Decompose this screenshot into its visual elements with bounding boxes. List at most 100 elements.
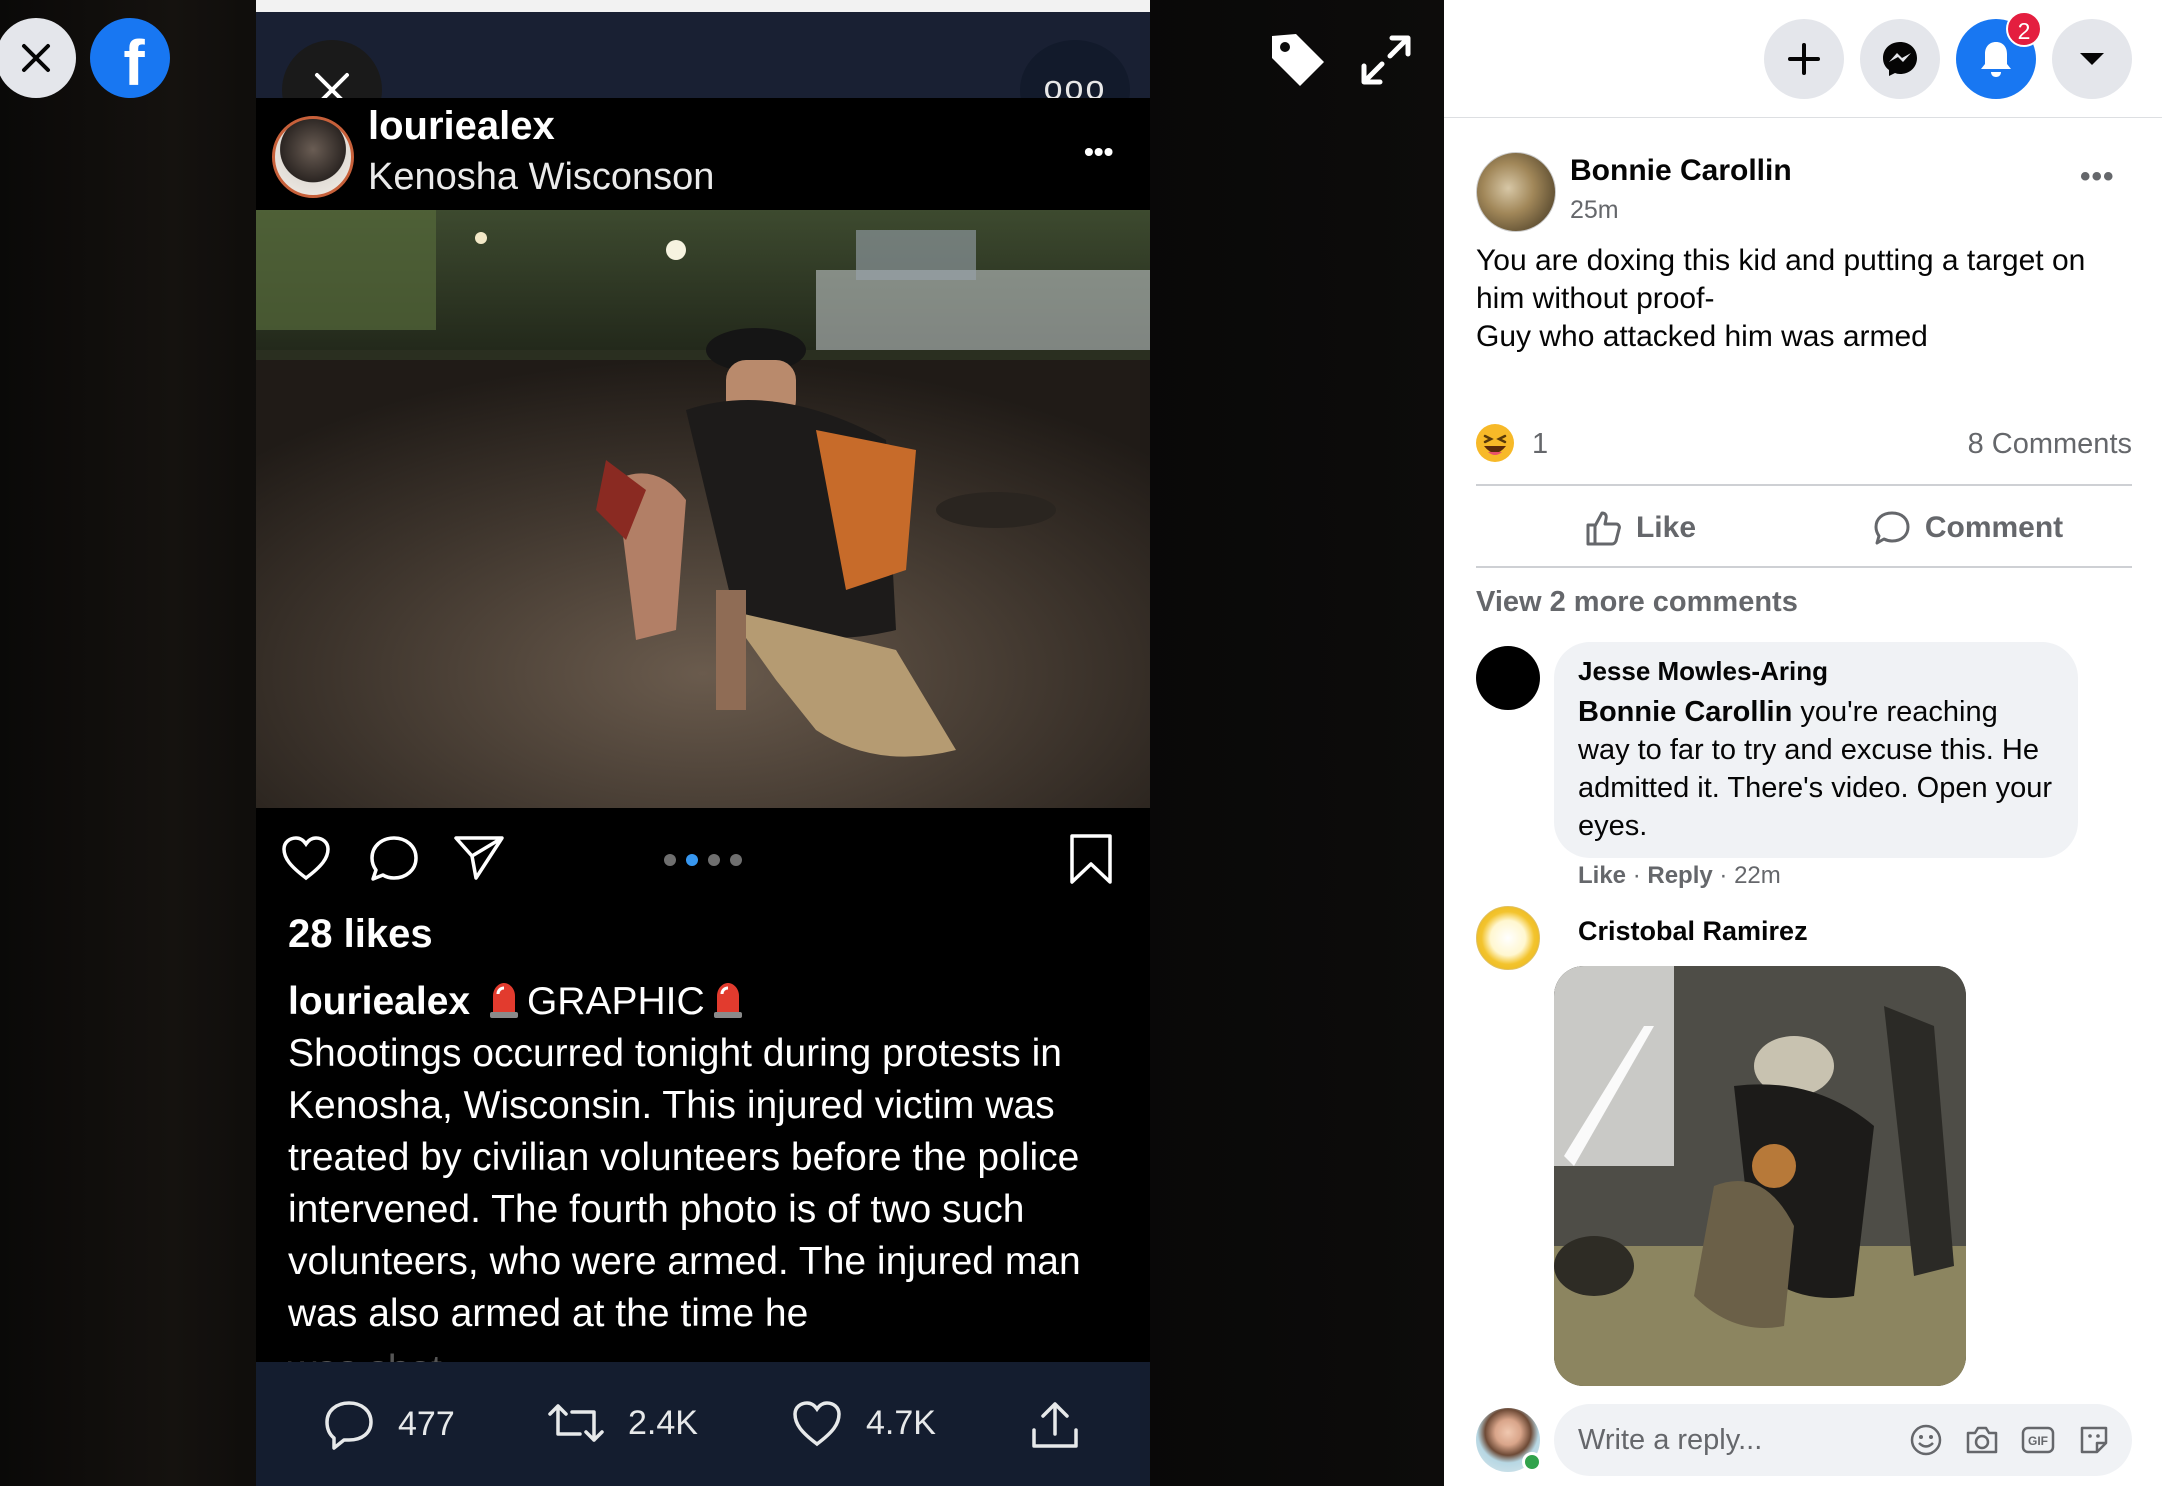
sticker-button[interactable] (2076, 1422, 2112, 1458)
messenger-icon (1883, 42, 1917, 76)
author-name[interactable]: Bonnie Carollin (1570, 154, 1792, 188)
meta-separator: · (1719, 862, 1735, 889)
reaction-count[interactable]: 1 (1532, 428, 1548, 461)
screen: f ooo louriealex Kenosha Wisconson ••• 2… (0, 0, 2162, 1486)
reply-input[interactable]: Write a reply... GIF (1554, 1404, 2132, 1476)
carousel-indicator (664, 854, 742, 866)
top-navigation: 2 (1444, 0, 2162, 118)
author-avatar[interactable] (1476, 152, 1556, 232)
instagram-location: Kenosha Wisconson (368, 156, 715, 198)
caption-username: louriealex (288, 980, 471, 1023)
post-timestamp[interactable]: 25m (1570, 196, 1619, 225)
comment-photo (1554, 966, 1966, 1386)
tweet-likes: 4.7K (790, 1398, 936, 1448)
commenter-name[interactable]: Cristobal Ramirez (1578, 916, 1808, 947)
view-more-comments[interactable]: View 2 more comments (1476, 586, 1798, 619)
tag-icon (1272, 34, 1324, 86)
haha-reaction-icon[interactable] (1476, 424, 1514, 462)
instagram-more-icon: ••• (1084, 136, 1114, 167)
create-button[interactable] (1764, 19, 1844, 99)
facebook-logo-letter: f (123, 27, 145, 99)
instagram-avatar (272, 116, 354, 198)
siren-icon (713, 983, 742, 1018)
commenter-avatar[interactable] (1476, 906, 1540, 970)
reply-bubble-icon (325, 1401, 373, 1450)
comment-reply-link[interactable]: Reply (1647, 862, 1712, 889)
post-options-icon[interactable]: ••• (2080, 160, 2115, 194)
commenter-name[interactable]: Jesse Mowles-Aring (1578, 656, 2054, 687)
photo-button[interactable] (1964, 1422, 2000, 1458)
notifications-button[interactable]: 2 (1956, 11, 2042, 99)
divider (1476, 484, 2132, 486)
tweet-retweets: 2.4K (546, 1398, 698, 1448)
online-status-dot (1522, 1452, 1542, 1472)
instagram-caption: louriealex GRAPHIC Shootings occurred to… (288, 976, 1128, 1340)
photo-viewer: f ooo louriealex Kenosha Wisconson ••• 2… (0, 0, 1444, 1486)
reply-tools: GIF (1908, 1422, 2112, 1458)
comment-mention[interactable]: Bonnie Carollin (1578, 696, 1792, 728)
share-icon (1032, 1402, 1078, 1448)
account-menu-button[interactable] (2052, 19, 2132, 99)
smiley-icon (1910, 1424, 1942, 1456)
comment-label: Comment (1924, 511, 2064, 544)
tag-photo-button[interactable] (1266, 28, 1330, 92)
heart-icon (793, 1401, 841, 1447)
caret-down-icon (2080, 53, 2104, 65)
facebook-logo[interactable]: f (90, 18, 170, 99)
reply-count: 477 (398, 1404, 455, 1443)
reactions-summary: 1 8 Comments (1476, 420, 2132, 470)
instagram-photo (256, 210, 1150, 808)
comment-image[interactable] (1554, 966, 1966, 1386)
post-details-panel: 2 Bonnie Carollin 25m ••• You are doxing… (1444, 0, 2162, 1486)
instagram-post-header: louriealex Kenosha Wisconson ••• (256, 98, 1150, 210)
night-street-scene (256, 210, 1150, 808)
shared-screenshot: ooo louriealex Kenosha Wisconson ••• 28 … (256, 0, 1150, 1486)
instagram-likes: 28 likes (288, 912, 433, 956)
send-icon (454, 836, 504, 880)
camera-icon (1966, 1426, 1998, 1454)
like-button[interactable]: Like (1476, 488, 1804, 568)
notification-badge: 2 (2006, 11, 2042, 47)
siren-icon (489, 983, 518, 1018)
bell-icon (1981, 42, 2011, 77)
comment-bubble: Jesse Mowles-Aring Bonnie Carollin you'r… (1554, 642, 2078, 858)
thumbs-up-icon (1586, 511, 1621, 546)
screenshot-navbar (256, 12, 1150, 98)
fullscreen-button[interactable] (1358, 32, 1414, 88)
meta-separator: · (1632, 862, 1648, 889)
emoji-button[interactable] (1908, 1422, 1944, 1458)
heart-icon (282, 836, 330, 881)
reply-placeholder: Write a reply... (1578, 1424, 1763, 1456)
post-actions: Like Comment (1476, 488, 2132, 568)
tweet-share (1028, 1398, 1082, 1452)
close-icon (22, 44, 50, 72)
carousel-dot (708, 854, 720, 866)
screenshot-top-strip (256, 0, 1150, 12)
commenter-avatar[interactable] (1476, 646, 1540, 710)
svg-text:GIF: GIF (2028, 1434, 2048, 1448)
close-viewer-button[interactable] (0, 18, 76, 98)
carousel-dot-active (686, 854, 698, 866)
caption-graphic-tag: GRAPHIC (526, 980, 705, 1023)
retweet-icon (548, 1404, 604, 1442)
comment-time[interactable]: 22m (1734, 862, 1781, 889)
plus-icon (1788, 43, 1820, 75)
comment-meta: Like · Reply · 22m (1578, 862, 1781, 890)
twitter-action-bar: 477 2.4K 4.7K (256, 1362, 1150, 1486)
comment-icon (1874, 511, 1910, 545)
comment-text: Bonnie Carollin you're reaching way to f… (1578, 693, 2054, 845)
instagram-action-bar (256, 808, 1150, 908)
comment-button[interactable]: Comment (1804, 488, 2132, 568)
sticker-icon (2080, 1426, 2108, 1454)
like-count: 4.7K (866, 1403, 936, 1442)
comments-count[interactable]: 8 Comments (1968, 428, 2132, 461)
messenger-button[interactable] (1860, 19, 1940, 99)
like-label: Like (1635, 511, 1697, 544)
instagram-username: louriealex (368, 104, 555, 148)
tweet-replies: 477 (322, 1398, 455, 1450)
gif-button[interactable]: GIF (2020, 1422, 2056, 1458)
expand-icon (1361, 35, 1411, 85)
gif-icon: GIF (2021, 1426, 2055, 1454)
bookmark-icon (1070, 834, 1112, 884)
comment-like-link[interactable]: Like (1578, 862, 1626, 889)
